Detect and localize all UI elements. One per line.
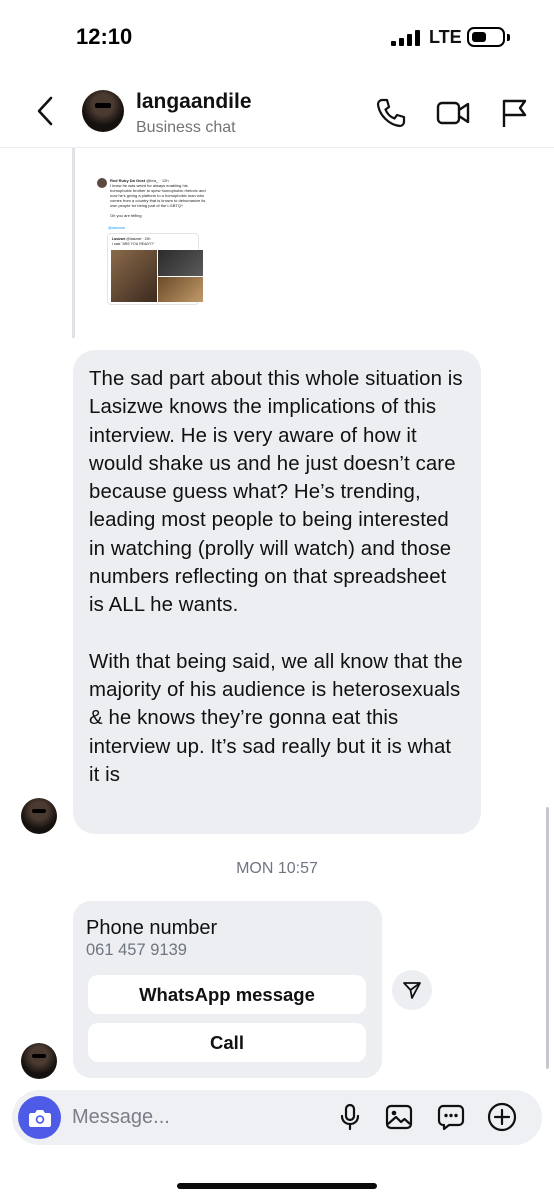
voice-call-button[interactable]	[374, 96, 408, 130]
status-time: 12:10	[76, 24, 133, 49]
flag-icon	[502, 99, 527, 127]
shared-post-preview: Red Ruby Da Gost @bra_ · 12h I knew he w…	[93, 148, 206, 338]
chat-header: langaandile Business chat	[0, 76, 554, 148]
contact-subtitle: Business chat	[136, 119, 236, 136]
report-button[interactable]	[497, 96, 531, 130]
voice-message-button[interactable]	[335, 1102, 365, 1132]
reply-thread-line	[72, 148, 75, 338]
camera-button[interactable]	[18, 1096, 61, 1139]
contact-card: Phone number 061 457 9139 WhatsApp messa…	[73, 901, 382, 1078]
network-type: LTE	[429, 27, 462, 47]
message-paragraph: With that being said, we all know that t…	[89, 650, 463, 786]
call-button[interactable]: Call	[88, 1023, 366, 1062]
sticker-chat-icon	[437, 1104, 465, 1131]
quoted-text: I said "ARE YOU READY?"	[112, 241, 155, 246]
back-button[interactable]	[30, 94, 60, 128]
shared-post[interactable]: Red Ruby Da Gost @bra_ · 12h I knew he w…	[93, 148, 206, 338]
image-icon	[385, 1104, 413, 1130]
quoted-author: Lasizwe	[112, 237, 126, 241]
message-input[interactable]	[72, 1102, 332, 1132]
message-timestamp: MON 10:57	[236, 860, 318, 877]
video-call-button[interactable]	[436, 96, 470, 130]
whatsapp-message-button[interactable]: WhatsApp message	[88, 975, 366, 1014]
shared-post-subtext: Oh you are trifling	[110, 213, 142, 218]
share-button[interactable]	[392, 970, 432, 1010]
sticker-button[interactable]	[436, 1102, 466, 1132]
sender-avatar[interactable]	[21, 1043, 57, 1079]
quoted-photos	[111, 250, 203, 302]
back-chevron-icon	[37, 96, 53, 126]
more-options-button[interactable]	[487, 1102, 517, 1132]
status-bar: 12:10 LTE	[0, 0, 554, 76]
contact-card-title: Phone number	[86, 917, 218, 939]
phone-number[interactable]: 061 457 9139	[86, 941, 187, 960]
shared-post-avatar	[97, 178, 107, 188]
battery-icon	[467, 27, 505, 47]
message-paragraph: The sad part about this whole situation …	[89, 368, 463, 617]
avatar[interactable]	[82, 90, 124, 132]
phone-icon	[376, 98, 406, 128]
contact-name[interactable]: langaandile	[136, 90, 252, 114]
gallery-button[interactable]	[384, 1102, 414, 1132]
photo	[157, 276, 203, 302]
microphone-icon	[340, 1103, 360, 1131]
signal-icon	[391, 30, 420, 46]
quoted-post: Lasizwe @lasizwe · 15h I said "ARE YOU R…	[107, 233, 203, 305]
photo	[157, 250, 203, 276]
message-composer	[12, 1090, 542, 1145]
message-bubble[interactable]: The sad part about this whole situation …	[73, 350, 481, 834]
shared-post-header: Red Ruby Da Gost @bra_ · 12h I knew he w…	[97, 178, 206, 218]
camera-icon	[28, 1109, 51, 1127]
video-camera-icon	[436, 101, 470, 125]
sender-avatar[interactable]	[21, 798, 57, 834]
quoted-meta: @lasizwe · 15h	[126, 237, 151, 241]
home-indicator[interactable]	[177, 1183, 377, 1189]
shared-post-text: I knew he was weird for always enabling …	[110, 183, 206, 208]
shared-post-link: @lasizwe	[108, 225, 126, 230]
send-arrow-icon	[403, 982, 421, 999]
scrollbar[interactable]	[546, 807, 549, 1069]
photo	[111, 250, 157, 302]
plus-circle-icon	[487, 1102, 517, 1132]
battery-cap	[507, 34, 510, 41]
